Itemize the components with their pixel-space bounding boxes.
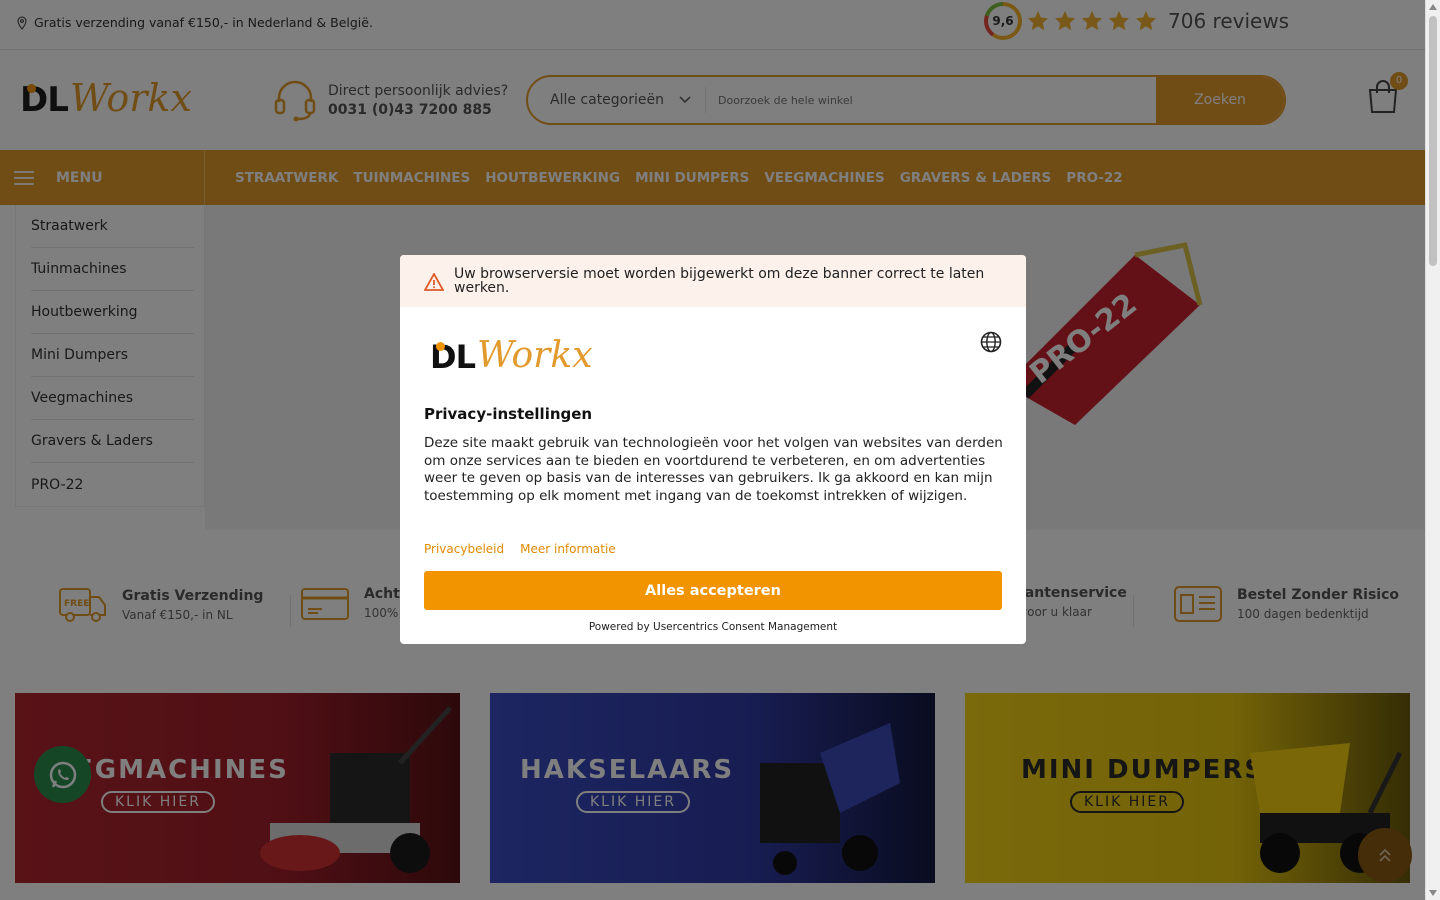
scrollbar-thumb[interactable] — [1429, 16, 1437, 266]
scroll-up-arrow[interactable] — [1429, 4, 1437, 10]
powered-by-text: Powered by Usercentrics Consent Manageme… — [588, 621, 838, 633]
consent-dialog: Uw browserversie moet worden bijgewerkt … — [400, 255, 1026, 644]
browser-warning-text: Uw browserversie moet worden bijgewerkt … — [454, 266, 985, 296]
logo-workx: Workx — [476, 335, 593, 376]
scroll-down-arrow[interactable] — [1429, 890, 1437, 896]
accept-all-button[interactable]: Alles accepteren — [424, 571, 1002, 610]
consent-title: Privacy-instellingen — [424, 405, 593, 423]
privacy-policy-link[interactable]: Privacybeleid — [424, 542, 504, 556]
consent-logo: DL Workx — [430, 335, 593, 376]
browser-warning: Uw browserversie moet worden bijgewerkt … — [400, 255, 1026, 307]
language-globe-icon[interactable] — [980, 331, 1002, 353]
logo-dl: DL — [430, 338, 476, 376]
consent-links: Privacybeleid Meer informatie — [424, 542, 616, 556]
more-info-link[interactable]: Meer informatie — [520, 542, 616, 556]
warning-triangle-icon — [424, 273, 444, 291]
page-scrollbar[interactable] — [1425, 0, 1440, 900]
consent-body: Deze site maakt gebruik van technologieë… — [424, 435, 1003, 504]
